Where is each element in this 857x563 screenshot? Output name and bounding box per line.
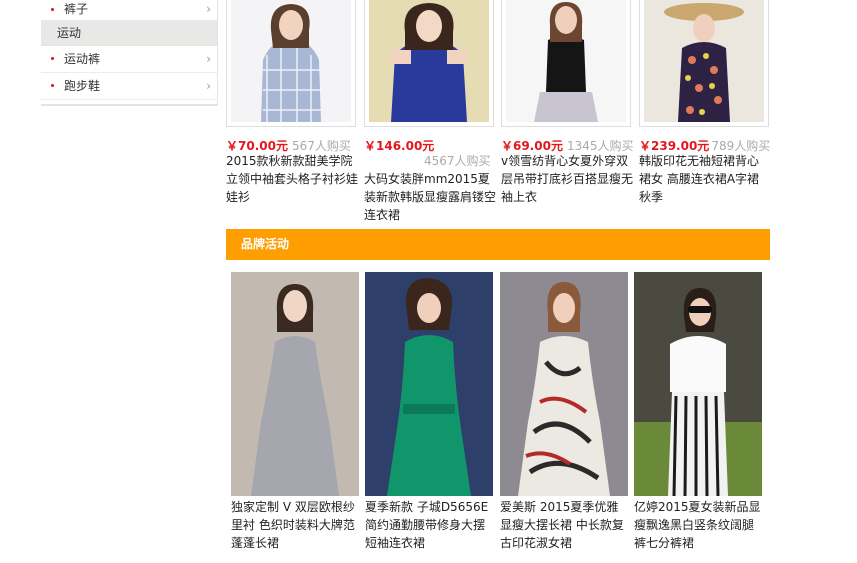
product-title[interactable]: 2015款秋新款甜美学院立领中袖套头格子衬衫娃娃衫	[226, 152, 360, 206]
bullet-icon	[51, 84, 54, 87]
brand-image-graphic	[500, 272, 628, 496]
banner-title: 品牌活动	[241, 237, 290, 251]
product-price: ￥146.00元	[364, 139, 435, 153]
product-image[interactable]	[369, 0, 489, 122]
product-price: ￥69.00元	[501, 139, 563, 153]
category-sidebar: 裤子 › 运动 运动裤 › 跑步鞋 ›	[41, 0, 218, 106]
sidebar-item-sport-pants[interactable]: 运动裤 ›	[41, 46, 217, 73]
brand-title[interactable]: 亿婷2015夏女装新品显瘦飘逸黑白竖条纹阔腿裤七分裤裙	[634, 498, 762, 552]
chevron-right-icon: ›	[206, 52, 211, 66]
product-title[interactable]: 大码女装胖mm2015夏装新款韩版显瘦露肩镂空连衣裙	[364, 170, 498, 224]
product-image-frame[interactable]	[501, 0, 631, 127]
bullet-icon	[51, 57, 54, 60]
product-image-frame[interactable]	[364, 0, 494, 127]
product-image-frame[interactable]	[226, 0, 356, 127]
brand-image-graphic	[365, 272, 493, 496]
brand-card[interactable]: 夏季新款 子城D5656E简约通勤腰带修身大摆短袖连衣裙	[365, 272, 493, 552]
product-title[interactable]: 韩版印花无袖短裙背心裙女 高腰连衣裙A字裙秋季	[639, 152, 765, 206]
product-image[interactable]	[506, 0, 626, 122]
brand-image-graphic	[231, 272, 359, 496]
brand-title[interactable]: 爱美斯 2015夏季优雅显瘦大摆长裙 中长款复古印花淑女裙	[500, 498, 628, 552]
brand-title[interactable]: 夏季新款 子城D5656E简约通勤腰带修身大摆短袖连衣裙	[365, 498, 493, 552]
sidebar-item-running-shoes[interactable]: 跑步鞋 ›	[41, 73, 217, 100]
chevron-right-icon: ›	[206, 79, 211, 93]
product-price: ￥239.00元	[639, 139, 710, 153]
brand-image[interactable]	[634, 272, 762, 496]
brand-image[interactable]	[365, 272, 493, 496]
brand-image[interactable]	[231, 272, 359, 496]
sidebar-item-label: 跑步鞋	[64, 79, 101, 93]
brand-activity-banner: 品牌活动	[226, 229, 770, 260]
product-image-frame[interactable]	[639, 0, 769, 127]
brand-image[interactable]	[500, 272, 628, 496]
sidebar-item-label: 裤子	[64, 2, 89, 16]
brand-card[interactable]: 独家定制 V 双层欧根纱里衬 色织时装料大牌范蓬蓬长裙	[231, 272, 359, 552]
product-image[interactable]	[231, 0, 351, 122]
sidebar-item-pants[interactable]: 裤子 ›	[41, 0, 217, 21]
product-image[interactable]	[644, 0, 764, 122]
product-sold-count: 567人购买	[291, 139, 351, 153]
product-title[interactable]: v领雪纺背心女夏外穿双层吊带打底衫百搭显瘦无袖上衣	[501, 152, 635, 206]
brand-title[interactable]: 独家定制 V 双层欧根纱里衬 色织时装料大牌范蓬蓬长裙	[231, 498, 359, 552]
brand-card[interactable]: 爱美斯 2015夏季优雅显瘦大摆长裙 中长款复古印花淑女裙	[500, 272, 628, 552]
product-price: ￥70.00元	[226, 139, 288, 153]
sidebar-section-sports[interactable]: 运动	[41, 21, 217, 46]
sidebar-item-label: 运动裤	[64, 52, 101, 66]
brand-image-graphic	[634, 272, 762, 496]
product-sold-count: 789人购买	[711, 139, 771, 153]
product-sold-count: 1345人购买	[566, 139, 634, 153]
bullet-icon	[51, 8, 54, 11]
product-sold-count: 4567人购买	[424, 154, 491, 168]
brand-card[interactable]: 亿婷2015夏女装新品显瘦飘逸黑白竖条纹阔腿裤七分裤裙	[634, 272, 762, 552]
chevron-right-icon: ›	[206, 2, 211, 16]
product-sold-line: 4567人购买	[420, 152, 491, 169]
